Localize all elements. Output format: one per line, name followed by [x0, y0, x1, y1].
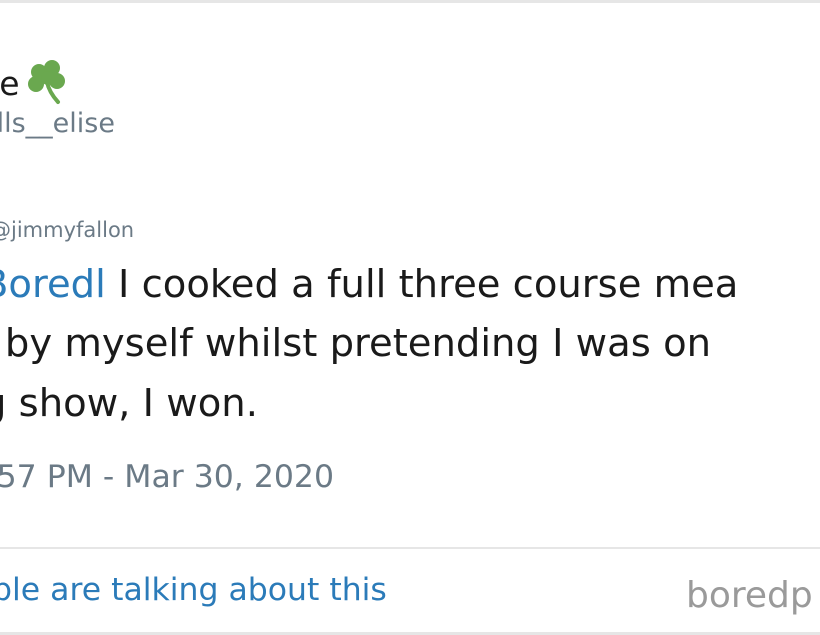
tweet-text-line-2: l by myself whilst pretending I was on: [0, 321, 712, 366]
tweet-timestamp[interactable]: :57 PM - Mar 30, 2020: [0, 459, 334, 495]
footer-divider: [0, 547, 820, 549]
tweet-mention-link[interactable]: Boredl: [0, 262, 106, 307]
author-handle[interactable]: hills__elise: [0, 108, 115, 139]
author-display-name[interactable]: se: [0, 67, 20, 100]
tweet-text-line-3: g show, I won.: [0, 381, 258, 426]
tweet-text-line-1-rest: I cooked a full three course mea: [105, 262, 739, 307]
boredpanda-watermark: boredp: [686, 575, 813, 616]
reply-to-mention[interactable]: @jimmyfallon: [0, 218, 134, 242]
tweet-text-line-1: Boredl I cooked a full three course mea: [0, 265, 738, 305]
shamrock-icon: [22, 58, 72, 108]
author-name-row[interactable]: se: [0, 58, 72, 108]
tweet-card: se hills__elise @jimmyfallon Boredl I co…: [0, 0, 820, 635]
top-border: [0, 0, 820, 3]
people-talking-link[interactable]: ple are talking about this: [0, 572, 387, 608]
